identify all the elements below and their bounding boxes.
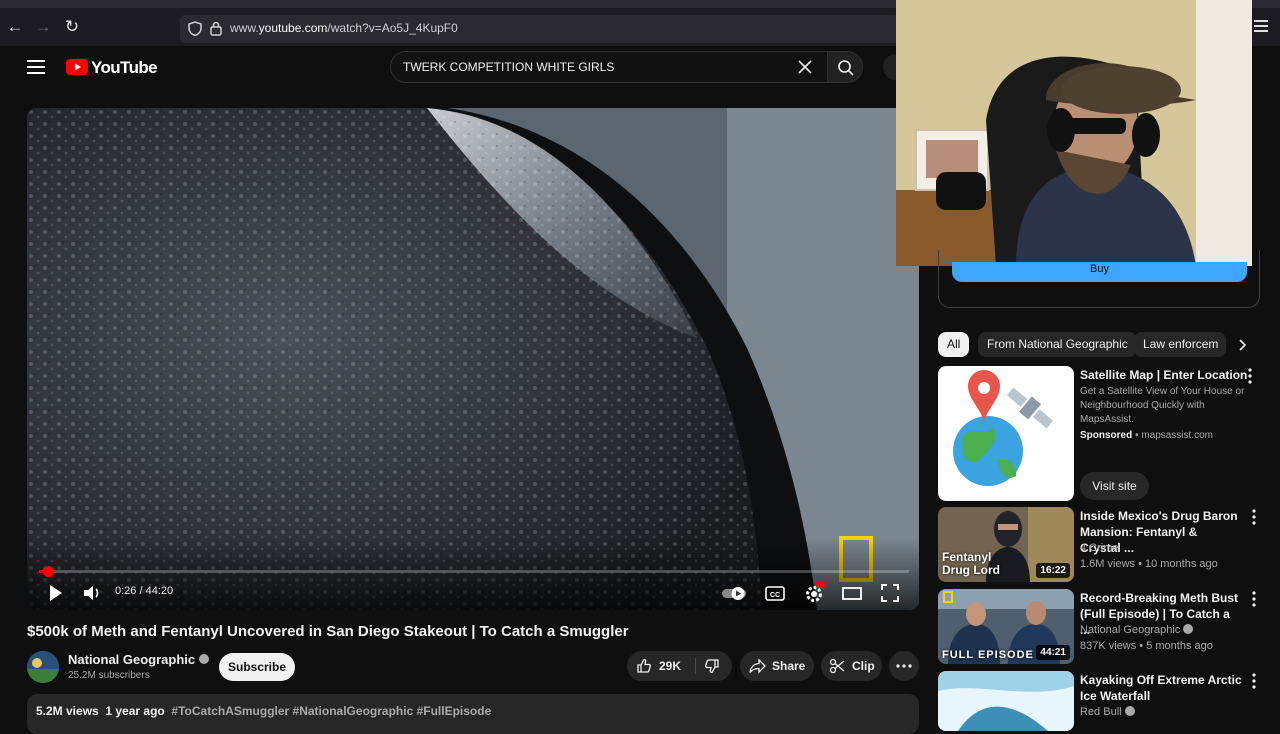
thumbs-down-icon [705,659,719,674]
chevron-right-icon[interactable] [1234,337,1252,353]
natgeo-avatar-image [27,651,59,683]
verified-badge-icon [1183,624,1194,634]
ad-thumbnail[interactable] [938,366,1074,501]
description-box[interactable]: 5.2M views 1 year ago #ToCatchASmuggler … [27,694,919,734]
chip-law-enforcement[interactable]: Law enforcem [1134,332,1226,357]
dislike-button[interactable] [696,651,732,681]
theater-mode-icon[interactable] [841,582,863,604]
satellite-map-ad-image [953,370,1054,486]
thumbnail-caption: Fentanyl Drug Lord [942,550,1000,577]
like-button[interactable]: 29K [627,651,695,681]
forward-icon[interactable]: → [32,16,54,38]
channel-avatar[interactable] [27,651,59,683]
more-vertical-icon[interactable] [1252,591,1256,607]
more-vertical-icon[interactable] [1252,509,1256,525]
settings-gear-icon[interactable] [803,582,825,604]
search-input[interactable]: TWERK COMPETITION WHITE GIRLS [390,51,828,83]
verified-badge-icon [1124,706,1135,716]
captions-icon[interactable]: CC [764,582,786,604]
thumbnail-caption: FULL EPISODE [942,649,1034,661]
more-vertical-icon[interactable] [1252,673,1256,689]
back-icon[interactable]: ← [4,16,26,38]
verified-badge-icon [198,654,209,664]
description-meta: 5.2M views 1 year ago #ToCatchASmuggler … [36,704,492,718]
share-button[interactable]: Share [740,651,814,681]
search-icon [838,60,854,76]
video-thumbnail[interactable]: FULL EPISODE 44:21 [938,589,1074,664]
subscribe-button[interactable]: Subscribe [219,653,295,681]
youtube-logo-text: YouTube [91,58,158,77]
volume-icon[interactable] [81,582,103,604]
like-count: 29K [659,659,682,673]
webcam-overlay [896,0,1252,266]
chip-from-national-geographic[interactable]: From National Geographic [978,332,1137,357]
video-title: $500k of Meth and Fentanyl Uncovered in … [27,623,629,640]
clear-search-icon[interactable] [796,58,814,76]
address-bar[interactable]: www.youtube.com/watch?v=Ao5J_4KupF0 [180,15,900,43]
share-label: Share [772,659,806,673]
search-query-text: TWERK COMPETITION WHITE GIRLS [403,60,615,74]
share-icon [749,658,766,674]
video-player[interactable]: 0:26 / 44:20 CC [27,108,919,610]
video-thumbnail[interactable] [938,671,1074,731]
reload-icon[interactable]: ↻ [61,16,83,38]
buy-button[interactable]: Buy [952,262,1247,282]
menu-icon[interactable] [1252,17,1270,35]
channel-name[interactable]: National Geographic [68,652,209,667]
hamburger-icon[interactable] [26,58,46,76]
fullscreen-icon[interactable] [879,582,901,604]
rec-video-title[interactable]: Kayaking Off Extreme Arctic Ice Waterfal… [1080,672,1245,704]
progress-bar[interactable] [39,566,909,577]
time-display: 0:26 / 44:20 [115,585,174,597]
video-frame [27,108,919,610]
progress-scrubber[interactable] [42,566,54,577]
youtube-header: YouTube TWERK COMPETITION WHITE GIRLS [0,46,903,90]
subscriber-count: 25.2M subscribers [68,670,150,681]
chip-all[interactable]: All [938,332,970,357]
rec-meta: 837K views • 5 months ago [1080,640,1213,652]
like-dislike-group: 29K [627,651,732,681]
youtube-play-logo-icon [66,59,88,75]
more-vertical-icon[interactable] [1248,368,1252,384]
url-text: www.youtube.com/watch?v=Ao5J_4KupF0 [230,21,458,35]
autoplay-toggle-icon[interactable] [721,582,749,604]
rec-channel[interactable]: 4 Crime [1080,540,1119,556]
more-actions-button[interactable] [889,651,919,681]
thumbnail-image [938,671,1074,731]
svg-text:CC: CC [770,592,780,599]
thumbs-up-icon [637,658,651,673]
duration-badge: 16:22 [1036,563,1070,578]
rec-channel[interactable]: National Geographic [1080,622,1194,638]
rec-channel[interactable]: Red Bull [1080,704,1135,720]
lock-icon[interactable] [210,21,222,36]
search-button[interactable] [827,51,863,83]
ad-sponsor-line: Sponsored • mapsassist.com [1080,430,1213,441]
rec-meta: 1.6M views • 10 months ago [1080,558,1218,570]
play-icon[interactable] [44,582,66,604]
duration-badge: 44:21 [1036,645,1070,660]
clip-label: Clip [852,659,875,673]
more-horizontal-icon [896,664,912,668]
clip-button[interactable]: Clip [821,651,882,681]
visit-site-button[interactable]: Visit site [1080,472,1149,500]
webcam-feed-image [896,0,1252,266]
scissors-icon [829,658,845,674]
ad-description: Get a Satellite View of Your House or Ne… [1080,386,1245,425]
shield-icon[interactable] [188,21,202,36]
video-thumbnail[interactable]: Fentanyl Drug Lord 16:22 [938,507,1074,582]
ad-title[interactable]: Satellite Map | Enter Location [1080,367,1247,383]
